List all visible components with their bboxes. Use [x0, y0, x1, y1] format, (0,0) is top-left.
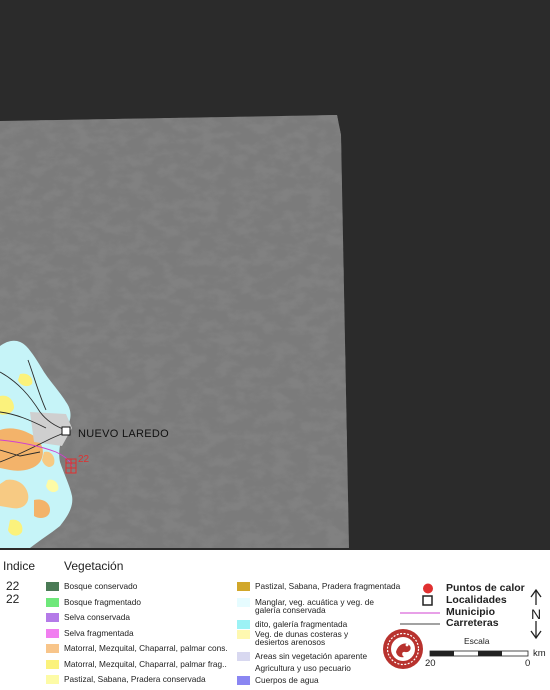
north-label: N — [531, 606, 541, 622]
locality-label: NUEVO LAREDO — [78, 428, 169, 440]
legend-item-label: Pastizal, Sabana, Pradera fragmentada — [255, 581, 401, 591]
swatch — [237, 675, 250, 685]
scale-unit: km — [533, 648, 546, 659]
swatch — [237, 663, 250, 673]
legend-item-label: Bosque conservado — [64, 581, 138, 591]
legend-item-label: Areas sin vegetación aparente — [255, 650, 368, 661]
legend-item-label: Bosque fragmentado — [64, 596, 142, 607]
legend-item-label: Veg. de dunas costeras y desiertos areno… — [255, 628, 349, 647]
swatch — [46, 613, 59, 622]
scale-bar — [429, 650, 529, 657]
swatch — [46, 597, 59, 607]
swatch — [46, 659, 59, 669]
legend-item-label: dito, galería fragmentada — [255, 618, 348, 629]
red-dot-icon — [423, 583, 433, 594]
legend-item-label: Cuerpos de agua — [255, 674, 319, 685]
square-icon — [422, 595, 433, 606]
north-arrow-icon: N — [529, 588, 543, 640]
swatch — [237, 597, 250, 607]
legend-symbol-label: Puntos de calor — [446, 582, 525, 594]
legend-item-label: Selva fragmentada — [64, 627, 134, 638]
swatch — [237, 619, 250, 629]
legend-item-label: Agricultura y uso pecuario — [255, 662, 351, 673]
locality-marker[interactable] — [61, 426, 71, 436]
legend-symbol-label: Carreteras — [446, 617, 499, 629]
legend-item-label: Pastizal, Sabana, Pradera conservada — [64, 674, 206, 684]
legend-item-label: Matorral, Mezquital, Chaparral, palmar c… — [64, 643, 228, 653]
map-canvas: NUEVO LAREDO 22 — [0, 0, 550, 550]
swatch — [46, 675, 59, 684]
index-header: Indice — [3, 559, 36, 573]
index-value: 22 — [6, 592, 20, 606]
scale-title: Escala — [464, 636, 490, 646]
vegetation-header: Vegetación — [64, 559, 124, 573]
swatch — [237, 651, 250, 661]
swatch — [46, 644, 59, 653]
swatch — [46, 628, 59, 638]
legend-symbol-label: Localidades — [446, 594, 507, 606]
legend-item-label: Manglar, veg. acuática y veg. de galería… — [255, 596, 374, 615]
swatch — [46, 582, 59, 591]
scale-label-left: 20 — [425, 658, 436, 669]
legend-item-label: Selva conservada — [64, 612, 130, 622]
legend-item-label: Matorral, Mezquital, Chaparral, palmar f… — [64, 658, 227, 669]
hotspot-number: 22 — [78, 454, 90, 465]
scale-label-right: 0 — [525, 658, 531, 669]
swatch — [237, 629, 250, 639]
institution-seal-icon — [383, 629, 423, 669]
magenta-line-icon — [400, 612, 440, 614]
swatch — [237, 582, 250, 591]
index-value: 22 — [6, 579, 20, 593]
